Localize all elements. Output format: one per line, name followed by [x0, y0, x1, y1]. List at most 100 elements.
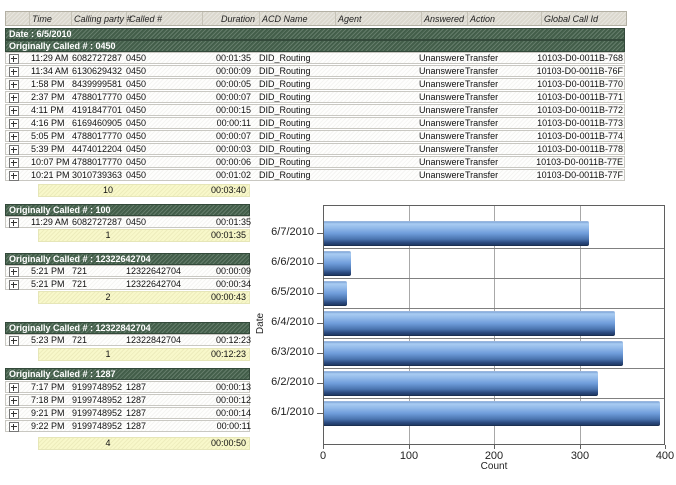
col-header-acd: ACD Name	[259, 12, 336, 25]
y-axis-label: 6/3/2010	[236, 346, 314, 358]
plus-expand-icon[interactable]	[9, 54, 19, 64]
acd-cell: DID_Routing	[259, 66, 333, 76]
summary-duration: 00:00:43	[159, 292, 246, 303]
originally-called-group-label: Originally Called # : 12322842704	[9, 323, 269, 333]
gcid-cell: 10103-D0-0011B-774	[504, 131, 623, 141]
y-axis-label: 6/2/2010	[236, 376, 314, 388]
plus-expand-icon[interactable]	[9, 218, 19, 228]
plus-expand-icon[interactable]	[9, 267, 19, 277]
gcid-cell: 10103-D0-0011B-768	[504, 53, 623, 63]
calling-cell: 721	[72, 279, 126, 289]
plus-expand-icon[interactable]	[9, 336, 19, 346]
x-axis-label: 300	[555, 450, 605, 462]
table-row[interactable]: 7:17 PM9199748952128700:00:13	[5, 381, 250, 393]
table-row[interactable]: 10:21 PM3010739363045000:01:02DID_Routin…	[5, 169, 625, 181]
duration-cell: 00:00:03	[199, 144, 251, 154]
table-row[interactable]: 2:37 PM4788017770045000:00:07DID_Routing…	[5, 91, 625, 103]
bar-6/3/2010	[324, 341, 623, 366]
expander-column-header	[6, 12, 30, 25]
table-row[interactable]: 10:07 PM4788017770045000:00:06DID_Routin…	[5, 156, 625, 168]
originally-called-group-label: Originally Called # : 12322642704	[9, 254, 269, 264]
originally-called-group-label: Originally Called # : 100	[9, 205, 269, 215]
plus-expand-icon[interactable]	[9, 145, 19, 155]
plus-expand-icon[interactable]	[9, 80, 19, 90]
table-row[interactable]: 4:11 PM4191847701045000:00:15DID_Routing…	[5, 104, 625, 116]
plus-expand-icon[interactable]	[9, 67, 19, 77]
table-row[interactable]: 5:05 PM4788017770045000:00:07DID_Routing…	[5, 130, 625, 142]
plus-expand-icon[interactable]	[9, 396, 19, 406]
summary-count: 10	[88, 185, 128, 196]
category-separator-line	[324, 308, 664, 309]
table-row[interactable]: 1:58 PM8439999581045000:00:05DID_Routing…	[5, 78, 625, 90]
time-cell: 11:29 AM	[31, 53, 71, 63]
acd-cell: DID_Routing	[259, 170, 333, 180]
answered-cell: Unanswered	[419, 105, 464, 115]
plus-expand-icon[interactable]	[9, 409, 19, 419]
table-row[interactable]: 9:21 PM9199748952128700:00:14	[5, 407, 250, 419]
table-row[interactable]: 11:34 AM6130629432045000:00:09DID_Routin…	[5, 65, 625, 77]
plus-expand-icon[interactable]	[9, 119, 19, 129]
call-report-screen: TimeCalling party #Called #DurationACD N…	[0, 0, 676, 485]
called-cell: 12322842704	[126, 335, 201, 345]
called-cell: 0450	[126, 217, 201, 227]
bar-6/7/2010	[324, 221, 589, 246]
duration-cell: 00:12:23	[199, 335, 251, 345]
table-row[interactable]: 11:29 AM6082727287045000:01:35DID_Routin…	[5, 52, 625, 64]
time-cell: 5:23 PM	[31, 335, 71, 345]
x-axis-tick	[494, 445, 495, 449]
time-cell: 1:58 PM	[31, 79, 71, 89]
calling-cell: 6082727287	[72, 53, 126, 63]
time-cell: 10:21 PM	[31, 170, 71, 180]
category-separator-line	[324, 278, 664, 279]
gcid-cell: 10103-D0-0011B-76F	[504, 66, 623, 76]
acd-cell: DID_Routing	[259, 157, 333, 167]
col-header-label: Action	[470, 14, 495, 24]
duration-cell: 00:00:12	[199, 395, 251, 405]
col-header-label: Called #	[129, 14, 162, 24]
plus-expand-icon[interactable]	[9, 106, 19, 116]
time-cell: 9:21 PM	[31, 408, 71, 418]
table-row[interactable]: 7:18 PM9199748952128700:00:12	[5, 394, 250, 406]
bar-6/1/2010	[324, 401, 660, 426]
table-row[interactable]: 5:23 PM7211232284270400:12:23	[5, 334, 250, 346]
time-cell: 2:37 PM	[31, 92, 71, 102]
y-axis-label: 6/7/2010	[236, 226, 314, 238]
table-row[interactable]: 9:22 PM9199748952128700:00:11	[5, 420, 250, 432]
bar-6/6/2010	[324, 251, 351, 276]
col-header-label: Agent	[338, 14, 362, 24]
plus-expand-icon[interactable]	[9, 422, 19, 432]
x-axis-tick	[580, 445, 581, 449]
table-row[interactable]: 5:21 PM7211232264270400:00:34	[5, 278, 250, 290]
called-cell: 0450	[126, 92, 201, 102]
calling-cell: 4788017770	[72, 157, 126, 167]
calling-cell: 6082727287	[72, 217, 126, 227]
calling-cell: 9199748952	[72, 395, 126, 405]
acd-cell: DID_Routing	[259, 92, 333, 102]
plus-expand-icon[interactable]	[9, 280, 19, 290]
table-row[interactable]: 5:39 PM4474012204045000:00:03DID_Routing…	[5, 143, 625, 155]
acd-cell: DID_Routing	[259, 131, 333, 141]
summary-count: 1	[88, 230, 128, 241]
calling-cell: 6130629432	[72, 66, 126, 76]
plus-expand-icon[interactable]	[9, 171, 19, 181]
plus-expand-icon[interactable]	[9, 93, 19, 103]
y-axis-label: 6/1/2010	[236, 406, 314, 418]
col-header-gcid: Global Call Id	[541, 12, 626, 25]
table-row[interactable]: 11:29 AM6082727287045000:01:35	[5, 216, 250, 228]
col-header-label: Calling party #	[74, 14, 132, 24]
gcid-cell: 10103-D0-0011B-773	[504, 118, 623, 128]
originally-called-group-header: Originally Called # : 12322642704	[5, 253, 250, 265]
calling-cell: 3010739363	[72, 170, 126, 180]
col-header-label: Answered	[424, 14, 464, 24]
y-axis-tick	[317, 233, 323, 234]
answered-cell: Unanswered	[419, 79, 464, 89]
y-axis-label: 6/4/2010	[236, 316, 314, 328]
table-row[interactable]: 5:21 PM7211232264270400:00:09	[5, 265, 250, 277]
table-row[interactable]: 4:16 PM6169460905045000:00:11DID_Routing…	[5, 117, 625, 129]
bar-6/4/2010	[324, 311, 615, 336]
plus-expand-icon[interactable]	[9, 383, 19, 393]
plus-expand-icon[interactable]	[9, 132, 19, 142]
time-cell: 7:17 PM	[31, 382, 71, 392]
plus-expand-icon[interactable]	[9, 158, 19, 168]
y-axis-tick	[317, 323, 323, 324]
